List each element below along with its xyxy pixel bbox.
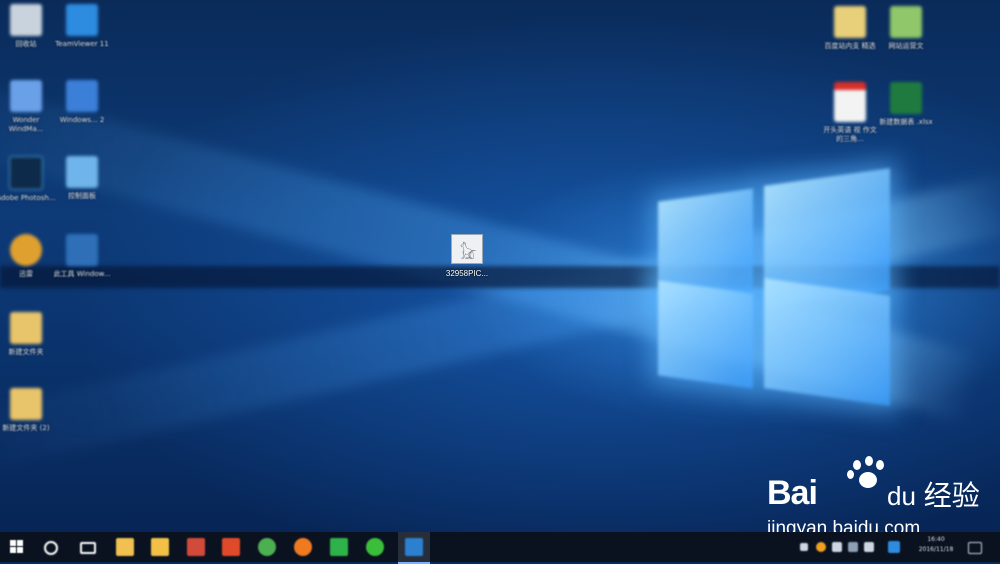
desktop-icon-teamviewer[interactable]: TeamViewer 11 xyxy=(52,4,112,49)
desktop-icon-label: 百度站内支 精选 xyxy=(824,42,876,50)
tray-app-icon[interactable] xyxy=(816,542,826,552)
desktop-icon-excel[interactable]: 新建数据表 .xlsx xyxy=(876,82,936,127)
desktop-icon-wondershare[interactable]: Wonder WindMa... xyxy=(0,80,56,134)
explorer-icon[interactable] xyxy=(151,538,169,556)
desktop-icon-label: 网站运营文 xyxy=(888,42,924,50)
bird-icon xyxy=(10,234,42,266)
desktop-icon-label: 新建文件夹 (2) xyxy=(2,424,50,432)
desktop-icon-new-folder-2[interactable]: 新建文件夹 (2) xyxy=(0,388,56,433)
notification-icon[interactable] xyxy=(968,542,982,554)
baidu-jingyan-watermark: Bai du 经验 jingyan.baidu.com xyxy=(767,456,997,532)
network-icon[interactable] xyxy=(848,542,858,552)
baidu-du-text: du xyxy=(887,481,916,511)
taskbar-active-app[interactable] xyxy=(398,532,430,564)
volume-icon[interactable] xyxy=(864,542,874,552)
desktop-icon-thunder[interactable]: 迅雷 xyxy=(0,234,56,279)
chevron-up-icon[interactable] xyxy=(800,543,808,551)
desktop-icon-windows-tool[interactable]: 此工具 Window... xyxy=(52,234,112,279)
taskbar xyxy=(0,532,1000,564)
desktop-icon-label: 32958PIC... xyxy=(445,269,489,278)
jingyan-text: 经验 xyxy=(923,480,980,511)
desktop-icon-label: Windows... 2 xyxy=(59,116,105,124)
search-icon[interactable] xyxy=(44,541,58,555)
desktop-icon-photoshop[interactable]: Adobe Photosh... xyxy=(0,156,56,203)
input-method-icon[interactable] xyxy=(888,541,900,553)
file-icon[interactable] xyxy=(116,538,134,556)
recycle-bin-icon xyxy=(10,4,42,36)
desktop-icon-image-file[interactable]: 𓃠 32958PIC... xyxy=(434,234,500,278)
baidu-paw-icon xyxy=(845,456,889,500)
app-icon[interactable] xyxy=(330,538,348,556)
file-icon xyxy=(834,6,866,38)
desktop-icon-pdf[interactable]: 开头英语 视 作文的三角... xyxy=(820,82,880,144)
app-icon xyxy=(10,80,42,112)
desktop-icon-recycle-bin[interactable]: 回收站 xyxy=(0,4,56,49)
desktop-icon-label: 新建数据表 .xlsx xyxy=(879,118,933,126)
desktop-icon-label: Wonder WindMa... xyxy=(8,116,44,133)
pdf-icon xyxy=(834,82,866,122)
app-icon xyxy=(66,80,98,112)
excel-icon xyxy=(890,82,922,114)
photoshop-icon xyxy=(405,538,423,556)
chrome-icon[interactable] xyxy=(258,538,276,556)
desktop-icon-label: 迅雷 xyxy=(19,270,33,278)
baidu-logo-text: Bai xyxy=(767,474,818,512)
task-view-icon[interactable] xyxy=(80,542,96,554)
folder-icon xyxy=(10,388,42,420)
control-panel-icon xyxy=(66,156,98,188)
teamviewer-icon xyxy=(66,4,98,36)
desktop-icon-label: 开头英语 视 作文的三角... xyxy=(823,126,877,143)
file-icon xyxy=(890,6,922,38)
taskbar-clock[interactable]: 16:40 2016/11/18 xyxy=(913,535,959,555)
desktop-icon-right-2[interactable]: 网站运营文 xyxy=(876,6,936,51)
desktop-icon-label: 控制面板 xyxy=(68,192,96,200)
app-icon xyxy=(66,234,98,266)
clock-time: 16:40 xyxy=(927,536,945,543)
firefox-icon[interactable] xyxy=(294,538,312,556)
app-icon[interactable] xyxy=(222,538,240,556)
watermark-url: jingyan.baidu.com xyxy=(767,518,921,532)
jingyan-label: du 经验 xyxy=(887,474,980,514)
desktop-icon-label: TeamViewer 11 xyxy=(55,40,109,48)
clock-date: 2016/11/18 xyxy=(918,546,954,553)
desktop-icon-label: 回收站 xyxy=(15,40,37,48)
desktop-icon-control-panel[interactable]: 控制面板 xyxy=(52,156,112,201)
desktop-icon-label: Adobe Photosh... xyxy=(0,194,56,202)
desktop-icon-windows2[interactable]: Windows... 2 xyxy=(52,80,112,125)
app-icon[interactable] xyxy=(187,538,205,556)
start-button[interactable] xyxy=(10,540,24,554)
image-file-icon: 𓃠 xyxy=(451,234,483,264)
desktop-icon-label: 新建文件夹 xyxy=(8,348,44,356)
folder-icon xyxy=(10,312,42,344)
desktop-wallpaper: 回收站 TeamViewer 11 Wonder WindMa... Windo… xyxy=(0,0,1000,532)
desktop-icon-new-folder[interactable]: 新建文件夹 xyxy=(0,312,56,357)
tray-app-icon[interactable] xyxy=(832,542,842,552)
windows-logo xyxy=(658,165,890,406)
desktop-icon-label: 此工具 Window... xyxy=(53,270,111,278)
wechat-icon[interactable] xyxy=(366,538,384,556)
desktop-icon-right-1[interactable]: 百度站内支 精选 xyxy=(820,6,880,51)
photoshop-icon xyxy=(9,156,43,190)
